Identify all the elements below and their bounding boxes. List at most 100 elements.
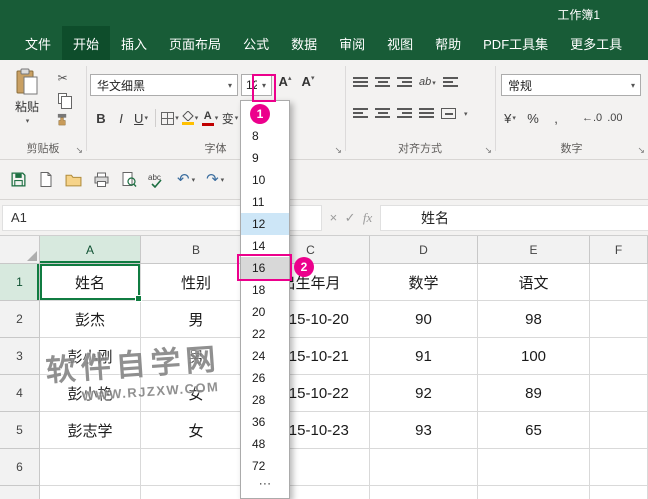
cell-F6[interactable]	[590, 449, 648, 486]
save-icon[interactable]	[10, 171, 27, 188]
font-size-option-18[interactable]: 18	[241, 279, 289, 301]
alignment-dialog-launcher[interactable]: ↘	[484, 146, 492, 155]
cell-E7[interactable]	[478, 486, 590, 499]
tab-view[interactable]: 视图	[376, 26, 424, 60]
italic-button[interactable]: I	[112, 106, 130, 130]
decrease-decimal-button[interactable]: .00	[607, 112, 622, 124]
cell-D7[interactable]	[370, 486, 478, 499]
cell-D2[interactable]: 90	[370, 301, 478, 338]
accounting-dropdown-arrow[interactable]: ▾	[512, 114, 516, 122]
cell-E1[interactable]: 语文	[478, 264, 590, 301]
tab-page-layout[interactable]: 页面布局	[158, 26, 232, 60]
cell-F7[interactable]	[590, 486, 648, 499]
cell-F3[interactable]	[590, 338, 648, 375]
number-format-dropdown-arrow[interactable]: ▾	[626, 81, 640, 90]
cell-E6[interactable]	[478, 449, 590, 486]
row-header-3[interactable]: 3	[0, 338, 40, 375]
decrease-font-size-button[interactable]: A ▾	[298, 74, 318, 96]
font-size-option-28[interactable]: 28	[241, 389, 289, 411]
redo-dropdown-arrow[interactable]: ▾	[221, 176, 225, 184]
cell-B4[interactable]: 女	[141, 375, 252, 412]
tab-more-tools[interactable]: 更多工具	[559, 26, 633, 60]
tab-pdf-tools[interactable]: PDF工具集	[472, 26, 559, 60]
align-right-icon[interactable]	[397, 108, 412, 119]
col-header-D[interactable]: D	[370, 236, 478, 264]
tab-home[interactable]: 开始	[62, 26, 111, 60]
tab-formulas[interactable]: 公式	[232, 26, 280, 60]
col-header-E[interactable]: E	[478, 236, 590, 264]
cell-F1[interactable]	[590, 264, 648, 301]
bold-button[interactable]: B	[92, 106, 110, 130]
align-center-icon[interactable]	[375, 108, 390, 119]
number-dialog-launcher[interactable]: ↘	[637, 146, 645, 155]
font-size-option-20[interactable]: 20	[241, 301, 289, 323]
paste-button[interactable]: 粘贴 ▾	[6, 68, 48, 138]
wrap-text-icon[interactable]	[442, 76, 458, 88]
cell-A4[interactable]: 彭小艳	[40, 375, 141, 412]
cell-A1[interactable]: 姓名	[40, 264, 142, 302]
tab-data[interactable]: 数据	[280, 26, 328, 60]
font-size-option-11[interactable]: 11	[241, 191, 289, 213]
font-size-option-36[interactable]: 36	[241, 411, 289, 433]
row-header-7[interactable]	[0, 486, 40, 499]
copy-icon[interactable]	[58, 93, 72, 109]
col-header-F[interactable]: F	[590, 236, 648, 264]
top-align-icon[interactable]	[353, 76, 368, 88]
fill-color-dropdown-arrow[interactable]: ▾	[195, 114, 199, 122]
spell-check-icon[interactable]: abc	[148, 172, 166, 188]
cell-B1[interactable]: 性别	[141, 264, 252, 301]
cell-D6[interactable]	[370, 449, 478, 486]
fill-color-button[interactable]: ▾	[181, 106, 199, 130]
font-color-dropdown-arrow[interactable]: ▾	[215, 114, 219, 122]
row-header-5[interactable]: 5	[0, 412, 40, 449]
merge-center-icon[interactable]	[441, 108, 456, 119]
phonetic-dropdown-arrow[interactable]: ▾	[235, 114, 239, 122]
accounting-format-button[interactable]: ¥ ▾	[501, 106, 519, 130]
enter-icon[interactable]: ✓	[345, 210, 356, 226]
borders-dropdown-arrow[interactable]: ▾	[175, 114, 179, 122]
cell-F2[interactable]	[590, 301, 648, 338]
row-header-1[interactable]: 1	[0, 264, 40, 301]
phonetic-guide-button[interactable]: 变 ▾	[221, 106, 239, 130]
font-name-combo[interactable]: 华文细黑 ▾	[90, 74, 238, 96]
row-header-6[interactable]: 6	[0, 449, 40, 486]
font-size-option-10[interactable]: 10	[241, 169, 289, 191]
decrease-indent-icon[interactable]	[419, 108, 434, 119]
cell-B7[interactable]	[141, 486, 252, 499]
align-left-icon[interactable]	[353, 108, 368, 119]
cell-F5[interactable]	[590, 412, 648, 449]
middle-align-icon[interactable]	[375, 76, 390, 88]
format-painter-icon[interactable]	[56, 113, 69, 126]
font-name-dropdown-arrow[interactable]: ▾	[223, 81, 237, 90]
cell-D3[interactable]: 91	[370, 338, 478, 375]
row-header-2[interactable]: 2	[0, 301, 40, 338]
cancel-icon[interactable]: ×	[330, 210, 338, 225]
row-header-4[interactable]: 4	[0, 375, 40, 412]
clipboard-dialog-launcher[interactable]: ↘	[75, 146, 83, 155]
cell-D1[interactable]: 数学	[370, 264, 478, 301]
tab-review[interactable]: 审阅	[328, 26, 376, 60]
print-icon[interactable]	[93, 172, 110, 188]
font-size-option-9[interactable]: 9	[241, 147, 289, 169]
col-header-B[interactable]: B	[141, 236, 252, 264]
cell-B3[interactable]: 男	[141, 338, 252, 375]
cell-A7[interactable]	[40, 486, 141, 499]
redo-button[interactable]: ↷ ▾	[206, 172, 224, 187]
formula-bar[interactable]: 姓名	[380, 204, 648, 231]
cell-D4[interactable]: 92	[370, 375, 478, 412]
orientation-dropdown-arrow[interactable]: ▾	[432, 80, 436, 87]
underline-dropdown-arrow[interactable]: ▾	[144, 114, 148, 122]
font-size-option-26[interactable]: 26	[241, 367, 289, 389]
comma-style-button[interactable]: ,	[547, 106, 565, 130]
cell-B6[interactable]	[141, 449, 252, 486]
cell-A6[interactable]	[40, 449, 141, 486]
borders-button[interactable]: ▾	[161, 106, 179, 130]
tab-help[interactable]: 帮助	[424, 26, 472, 60]
font-size-option-22[interactable]: 22	[241, 323, 289, 345]
font-size-option-48[interactable]: 48	[241, 433, 289, 455]
cell-E4[interactable]: 89	[478, 375, 590, 412]
orientation-button[interactable]: ab▾	[419, 76, 436, 88]
number-format-combo[interactable]: 常规 ▾	[501, 74, 641, 96]
cell-E5[interactable]: 65	[478, 412, 590, 449]
cell-E3[interactable]: 100	[478, 338, 590, 375]
